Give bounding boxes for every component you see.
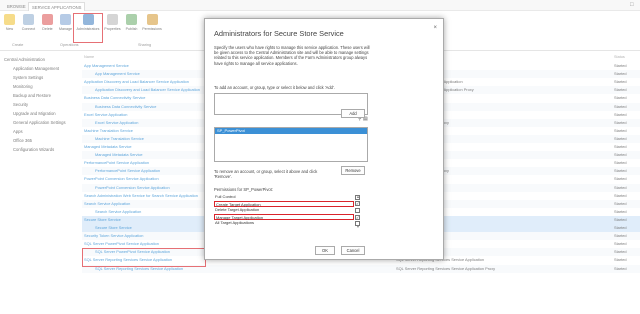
list-item-sp-powerpivot[interactable]: SP_PowerPivot (215, 128, 367, 134)
permissions-scrollbar[interactable]: ▲ ▼ (355, 194, 361, 234)
permission-full-control: Full Control (215, 194, 236, 199)
remove-button[interactable]: Remove (341, 166, 365, 175)
administrators-list[interactable]: SP_PowerPivot (214, 127, 368, 162)
add-prompt-text: To add an account, or group, type or sel… (214, 85, 335, 90)
permission-all-target-applications: All Target Applications (215, 220, 255, 226)
permission-manage-target-application: Manage Target Application (214, 213, 354, 221)
close-icon[interactable]: × (433, 25, 437, 31)
remove-prompt-text: To remove an account, or group, select i… (214, 169, 318, 180)
permissions-label: Permissions for SP_PowerPivot: (214, 187, 273, 192)
permission-delete-target-application: Delete Target Application (215, 207, 260, 213)
ok-button[interactable]: OK (315, 246, 335, 255)
dialog-intro-text: Specify the users who have rights to man… (214, 45, 370, 66)
dialog-title: Administrators for Secure Store Service (214, 29, 344, 38)
cancel-button[interactable]: Cancel (341, 246, 365, 255)
add-button[interactable]: Add (341, 109, 365, 118)
permission-create-target-application: Create Target Application (214, 200, 354, 208)
administrators-dialog: Administrators for Secure Store Service … (204, 18, 444, 260)
permissions-list: Full Control Create Target Application ✓… (214, 194, 360, 234)
